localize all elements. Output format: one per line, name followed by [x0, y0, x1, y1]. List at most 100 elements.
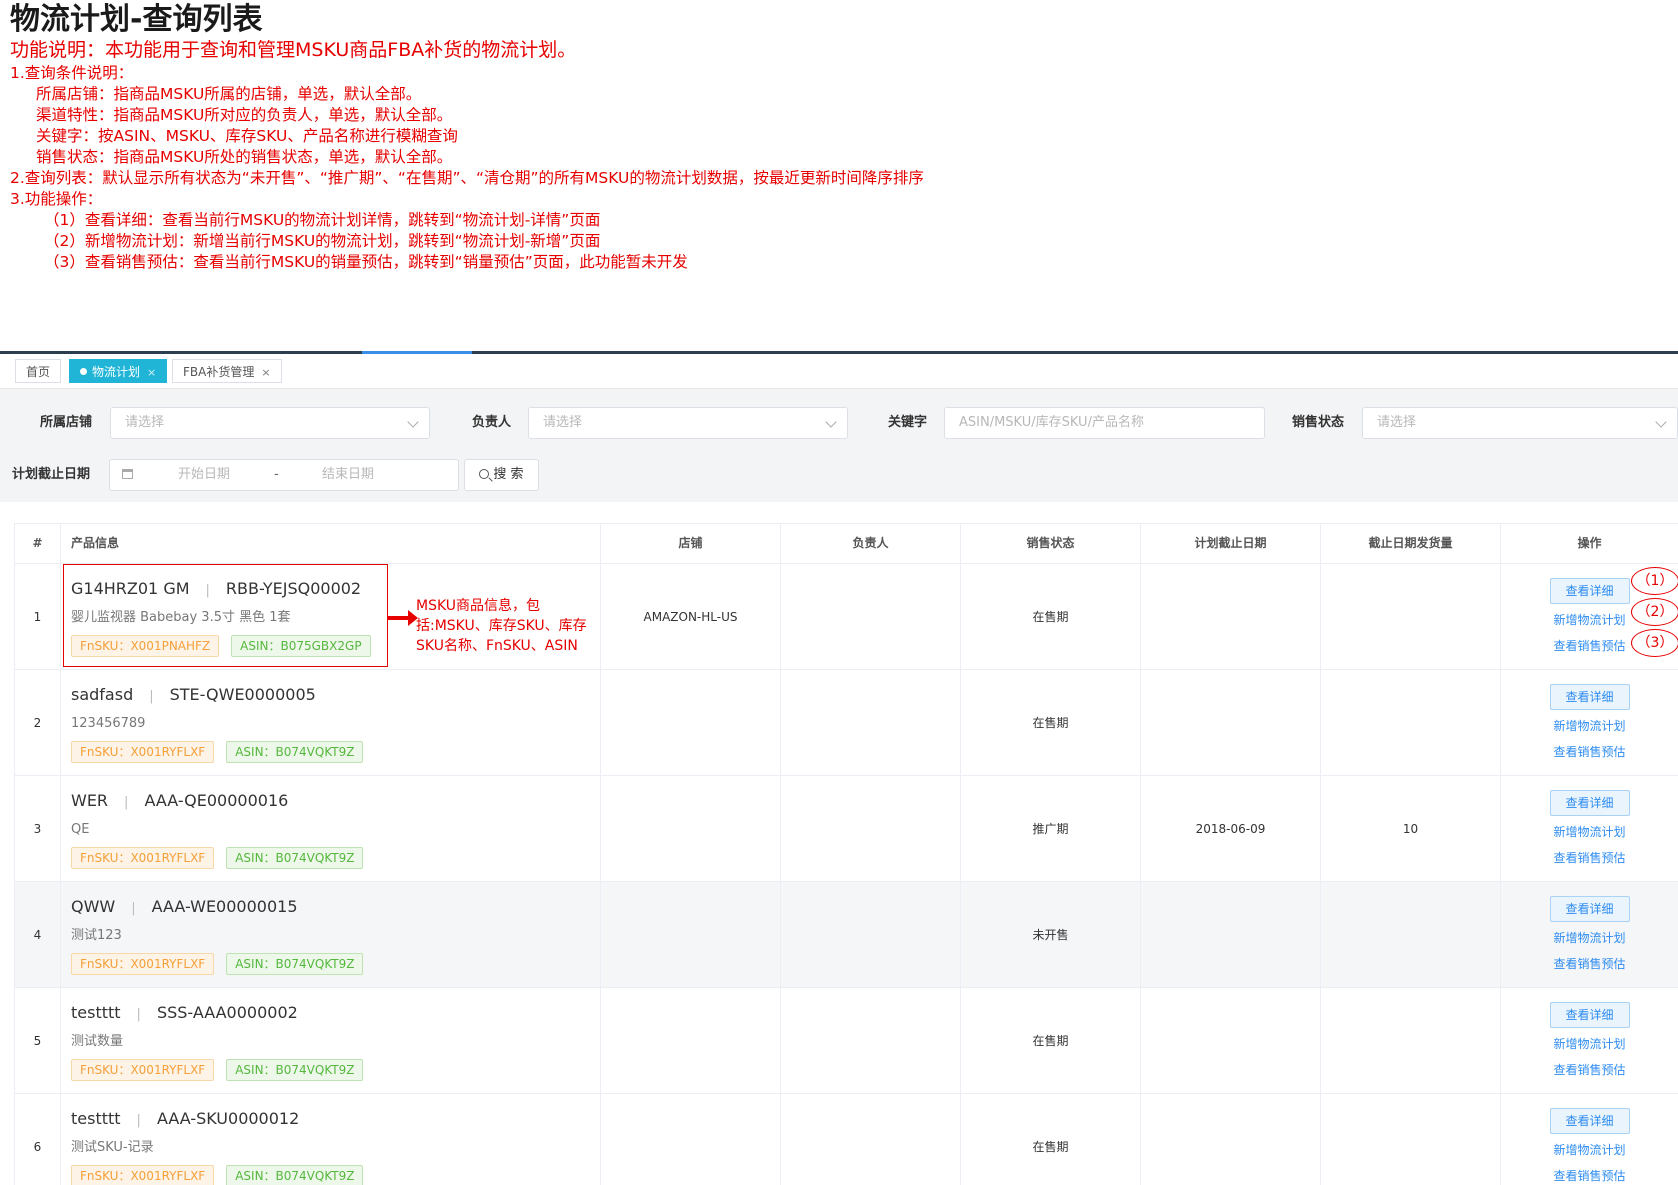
msku: sadfasd	[71, 685, 134, 704]
ops-cell: 查看详细 新增物流计划 查看销售预估	[1501, 882, 1678, 987]
status-cell: 在售期	[961, 988, 1141, 1093]
product-info: QWW | AAA-WE00000015 测试123 FnSKU：X001RYFLX…	[61, 882, 601, 987]
view-detail-button[interactable]: 查看详细	[1549, 789, 1630, 816]
view-forecast-link[interactable]: 查看销售预估	[1553, 848, 1625, 868]
annotation-marker: （2）	[1631, 598, 1678, 626]
close-icon[interactable]: ×	[147, 366, 156, 379]
store-cell	[601, 882, 781, 987]
add-plan-link[interactable]: 新增物流计划	[1553, 610, 1625, 630]
calendar-icon	[122, 469, 133, 479]
deadline-cell	[1141, 882, 1321, 987]
keyword-input[interactable]: ASIN/MSKU/库存SKU/产品名称	[944, 407, 1265, 439]
product-name: 测试数量	[71, 1034, 124, 1049]
page-title: 物流计划-查询列表	[10, 2, 263, 37]
qty-cell	[1321, 1094, 1501, 1185]
add-plan-link[interactable]: 新增物流计划	[1553, 928, 1625, 948]
qty-cell	[1321, 882, 1501, 987]
status-cell: 未开售	[961, 882, 1141, 987]
product-info: testttt | AAA-SKU0000012 测试SKU-记录 FnSKU：X0…	[61, 1094, 601, 1185]
fnsku-tag: FnSKU：X001RYFLXF	[71, 953, 215, 975]
tag-group: FnSKU：X001RYFLXF ASIN：B074VQKT9Z	[71, 847, 364, 869]
view-forecast-link[interactable]: 查看销售预估	[1553, 1060, 1625, 1080]
owner-cell	[781, 776, 961, 881]
spec-intro: 功能说明：本功能用于查询和管理MSKU商品FBA补货的物流计划。	[10, 39, 577, 61]
product-name: QE	[71, 822, 90, 837]
annotation-note: MSKU商品信息，包括:MSKU、库存SKU、库存SKU名称、FnSKU、ASI…	[416, 598, 587, 654]
store-select[interactable]: 请选择	[110, 407, 430, 439]
add-plan-link[interactable]: 新增物流计划	[1553, 1140, 1625, 1160]
stock-sku: AAA-SKU0000012	[156, 1109, 300, 1128]
tab-home[interactable]: 首页	[15, 359, 62, 383]
msku: QWW	[71, 897, 116, 916]
product-name: 123456789	[71, 716, 146, 731]
spec-line: 1.查询条件说明：	[10, 64, 134, 82]
annotation-marker: （3）	[1631, 629, 1678, 657]
view-forecast-link[interactable]: 查看销售预估	[1553, 742, 1625, 762]
search-icon	[479, 469, 490, 479]
keyword-label: 关键字	[888, 415, 928, 430]
status-cell: 在售期	[961, 564, 1141, 669]
tab-label: 物流计划	[92, 365, 141, 379]
search-button[interactable]: 搜 索	[464, 459, 539, 491]
view-detail-button[interactable]: 查看详细	[1549, 1001, 1630, 1028]
tag-group: FnSKU：X001RYFLXF ASIN：B074VQKT9Z	[71, 1165, 364, 1185]
chevron-down-icon	[407, 416, 419, 428]
active-dot-icon	[80, 368, 87, 375]
view-detail-button[interactable]: 查看详细	[1549, 1107, 1630, 1134]
store-cell	[601, 988, 781, 1093]
ops-cell: 查看详细 新增物流计划 查看销售预估	[1501, 776, 1678, 881]
add-plan-link[interactable]: 新增物流计划	[1553, 716, 1625, 736]
store-placeholder: 请选择	[125, 415, 165, 430]
row-index: 3	[15, 776, 61, 881]
date-start-placeholder: 开始日期	[178, 467, 231, 482]
view-detail-button[interactable]: 查看详细	[1549, 683, 1630, 710]
table-row: 4 QWW | AAA-WE00000015 测试123 FnSKU：X001RYF…	[15, 882, 1678, 988]
view-forecast-link[interactable]: 查看销售预估	[1553, 1166, 1625, 1185]
row-index: 1	[15, 564, 61, 669]
product-info: sadfasd | STE-QWE0000005 123456789 FnSKU：X…	[61, 670, 601, 775]
table-row: 5 testttt | SSS-AAA0000002 测试数量 FnSKU：X001…	[15, 988, 1678, 1094]
status-cell: 在售期	[961, 670, 1141, 775]
product-info: WER | AAA-QE00000016 QE FnSKU：X001RYFLXF A…	[61, 776, 601, 881]
chevron-down-icon	[1655, 416, 1667, 428]
fnsku-tag: FnSKU：X001RYFLXF	[71, 741, 215, 763]
tab-bar: 首页 物流计划 × FBA补货管理 ×	[0, 354, 1678, 389]
annotation-highlight-box	[63, 564, 388, 667]
col-header: 产品信息	[61, 524, 601, 563]
add-plan-link[interactable]: 新增物流计划	[1553, 822, 1625, 842]
qty-cell: 10	[1321, 776, 1501, 881]
product-info: testttt | SSS-AAA0000002 测试数量 FnSKU：X001RY…	[61, 988, 601, 1093]
keyword-placeholder: ASIN/MSKU/库存SKU/产品名称	[959, 415, 1144, 430]
product-title-line: testttt | SSS-AAA0000002	[71, 1003, 298, 1025]
table-row: 2 sadfasd | STE-QWE0000005 123456789 FnSKU…	[15, 670, 1678, 776]
chevron-down-icon	[825, 416, 837, 428]
table-row: 3 WER | AAA-QE00000016 QE FnSKU：X001RYFLXF…	[15, 776, 1678, 882]
product-name: 测试123	[71, 928, 122, 943]
view-forecast-link[interactable]: 查看销售预估	[1553, 636, 1625, 656]
status-select[interactable]: 请选择	[1362, 407, 1678, 439]
tab-logistics-plan[interactable]: 物流计划 ×	[69, 359, 168, 383]
view-forecast-link[interactable]: 查看销售预估	[1553, 954, 1625, 974]
asin-tag: ASIN：B074VQKT9Z	[226, 1059, 364, 1081]
row-index: 4	[15, 882, 61, 987]
owner-cell	[781, 882, 961, 987]
spec-line: 销售状态：指商品MSKU所处的销售状态，单选，默认全部。	[36, 148, 453, 166]
ops-cell: 查看详细 新增物流计划 查看销售预估	[1501, 988, 1678, 1093]
col-header: 店铺	[601, 524, 781, 563]
tab-fba-replenish[interactable]: FBA补货管理 ×	[172, 359, 282, 383]
date-range-picker[interactable]: 开始日期 - 结束日期	[109, 459, 459, 491]
close-icon[interactable]: ×	[261, 366, 270, 379]
divider: |	[124, 795, 129, 810]
add-plan-link[interactable]: 新增物流计划	[1553, 1034, 1625, 1054]
view-detail-button[interactable]: 查看详细	[1549, 895, 1630, 922]
owner-placeholder: 请选择	[543, 415, 583, 430]
owner-cell	[781, 564, 961, 669]
view-detail-button[interactable]: 查看详细	[1549, 577, 1630, 604]
owner-select[interactable]: 请选择	[528, 407, 848, 439]
asin-tag: ASIN：B074VQKT9Z	[226, 741, 364, 763]
row-index: 2	[15, 670, 61, 775]
owner-cell	[781, 1094, 961, 1185]
date-separator: -	[274, 467, 279, 482]
product-title-line: testttt | AAA-SKU0000012	[71, 1109, 299, 1131]
date-label: 计划截止日期	[12, 467, 91, 482]
